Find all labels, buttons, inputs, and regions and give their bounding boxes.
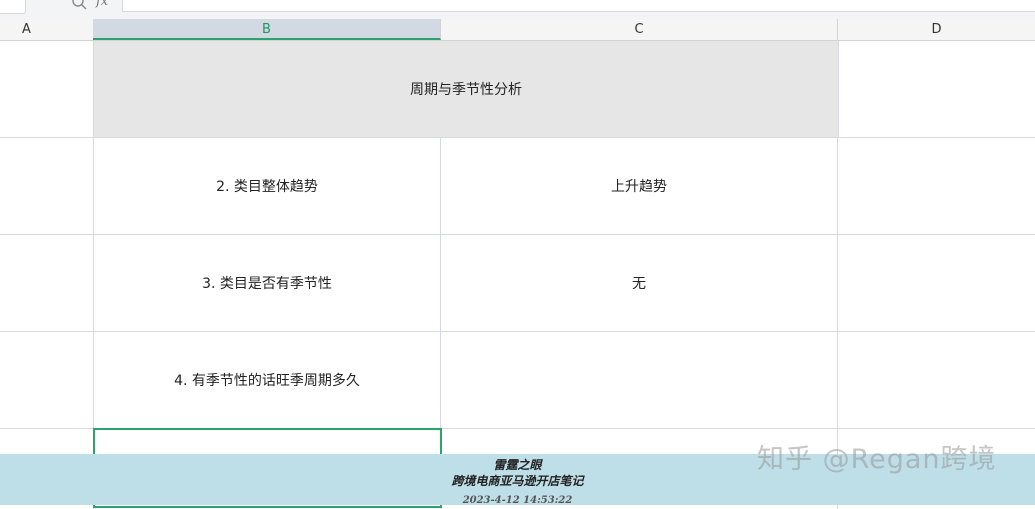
cell-a1[interactable] <box>0 41 94 138</box>
cell-c4[interactable] <box>441 332 838 429</box>
cell-b2[interactable]: 2. 类目整体趋势 <box>94 138 441 235</box>
cell-d3[interactable] <box>838 235 1035 332</box>
merged-title-cell[interactable]: 周期与季节性分析 <box>94 41 838 138</box>
formula-bar: fx <box>0 0 1035 19</box>
cell-d1[interactable] <box>838 41 1035 138</box>
cell-c2[interactable]: 上升趋势 <box>441 138 838 235</box>
row-label: 3. 类目是否有季节性 <box>202 276 332 292</box>
column-header-b[interactable]: B <box>93 19 441 40</box>
row-value: 无 <box>632 276 646 292</box>
column-header-a[interactable]: A <box>0 19 94 40</box>
row-label: 4. 有季节性的话旺季周期多久 <box>174 373 360 389</box>
cell-a4[interactable] <box>0 332 94 429</box>
cell-a3[interactable] <box>0 235 94 332</box>
cell-d2[interactable] <box>838 138 1035 235</box>
cell-c3[interactable]: 无 <box>441 235 838 332</box>
zhihu-watermark: 知乎 @Regan跨境 <box>757 444 997 475</box>
cell-d4[interactable] <box>838 332 1035 429</box>
cell-b4[interactable]: 4. 有季节性的话旺季周期多久 <box>94 332 441 429</box>
cell-b3[interactable]: 3. 类目是否有季节性 <box>94 235 441 332</box>
name-box[interactable] <box>0 0 26 14</box>
fx-label: fx <box>96 0 109 9</box>
column-header-c[interactable]: C <box>441 19 838 40</box>
column-header-d[interactable]: D <box>838 19 1035 40</box>
formula-input[interactable] <box>122 0 1035 12</box>
row-value: 上升趋势 <box>611 179 667 195</box>
watermark-timestamp: 2023-4-12 14:53:22 <box>462 495 573 506</box>
column-headers: A B C D <box>0 19 1035 41</box>
sheet-title: 周期与季节性分析 <box>410 82 522 98</box>
cell-a2[interactable] <box>0 138 94 235</box>
search-icon[interactable] <box>71 0 89 12</box>
row-label: 2. 类目整体趋势 <box>216 179 318 195</box>
